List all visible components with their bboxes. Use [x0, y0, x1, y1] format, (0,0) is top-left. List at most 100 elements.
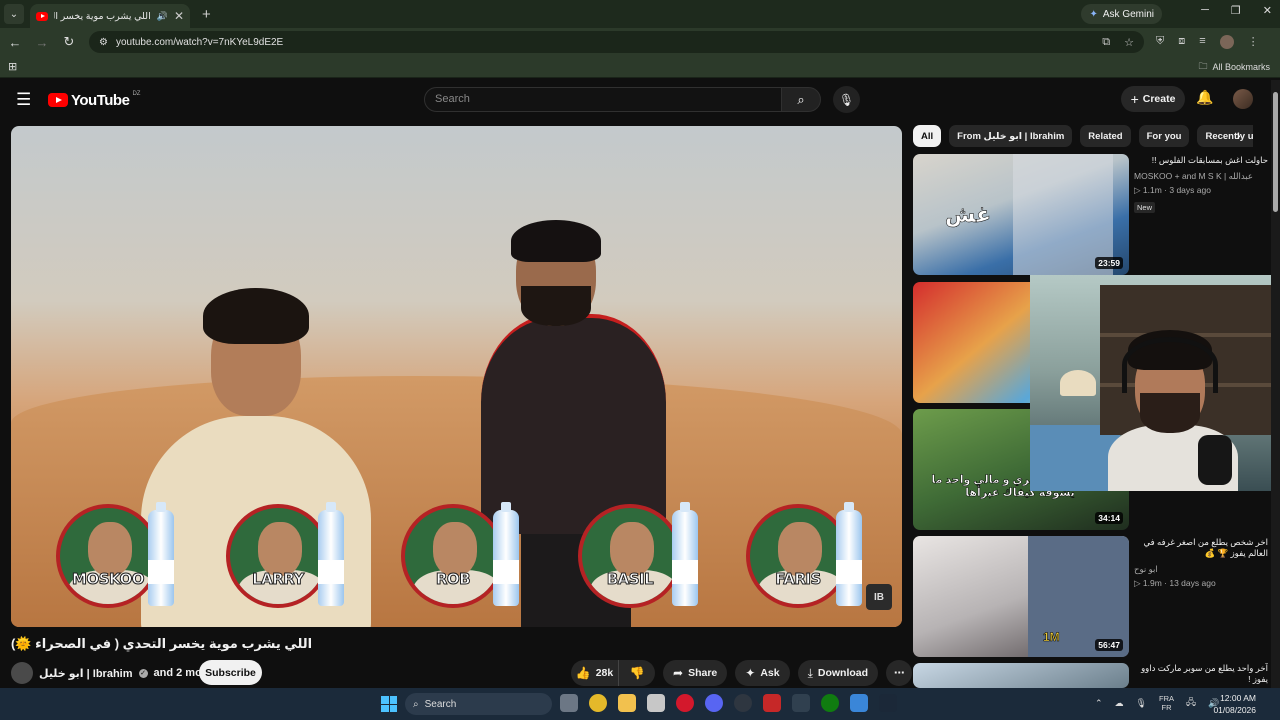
taskbar-clock[interactable]: 12:00 AM 01/08/2026: [1213, 692, 1256, 716]
new-tab-icon[interactable]: +: [202, 6, 211, 23]
audio-playing-icon[interactable]: 🔊: [157, 11, 168, 22]
youtube-logo[interactable]: YouTube DZ: [48, 91, 140, 109]
recommendation-title[interactable]: اخر شخص يطلع من اصغر غرفه في العالم يفوز…: [1134, 537, 1268, 559]
recommendation-title[interactable]: آخر واحد يطلع من سوبر ماركت داوو يفوز !: [1134, 663, 1268, 685]
windows-start-icon[interactable]: [381, 696, 397, 712]
chip-from-channel[interactable]: From ابو خليل | Ibrahim: [949, 125, 1073, 147]
xbox-icon[interactable]: [821, 694, 839, 712]
channel-name[interactable]: ابو خليل | Ibrahim: [39, 667, 133, 680]
discord-icon[interactable]: [705, 694, 723, 712]
microsoft-store-icon[interactable]: [850, 694, 868, 712]
mic-tray-icon[interactable]: 🎙: [1136, 698, 1147, 709]
taskbar-search-box[interactable]: ⌕ Search: [405, 693, 552, 715]
close-window-icon[interactable]: ✕: [1263, 4, 1272, 17]
app-x-icon[interactable]: [792, 694, 810, 712]
recommendation-info[interactable]: آخر واحد يطلع من سوبر ماركت داوو يفوز !: [1134, 663, 1268, 688]
url-omnibox[interactable]: ⚙ youtube.com/watch?v=7nKYeL9dE2E ⧉ ☆: [89, 31, 1144, 53]
site-info-icon[interactable]: ⚙: [99, 37, 108, 48]
create-button[interactable]: + Create: [1121, 86, 1185, 112]
recommendation-channel[interactable]: ابو نوح: [1134, 564, 1268, 575]
extensions-puzzle-icon[interactable]: ⧈: [1178, 35, 1185, 49]
browser-tab-active[interactable]: اللي يشرب موية يخسر التحدي 🔊 ✕: [30, 4, 190, 28]
more-actions-button[interactable]: ⋯: [886, 660, 913, 686]
like-dislike-group: 👍 28k 👎: [571, 660, 655, 686]
water-bottle-icon: [493, 502, 519, 606]
install-app-icon[interactable]: ⧉: [1102, 36, 1110, 49]
language-indicator[interactable]: FRA FR: [1159, 694, 1174, 712]
network-icon[interactable]: 🖧: [1186, 695, 1196, 711]
tab-search-icon[interactable]: ⌄: [4, 4, 24, 24]
taskbar-apps: [560, 694, 897, 712]
tab-title: اللي يشرب موية يخسر التحدي: [54, 10, 151, 22]
create-label: Create: [1142, 93, 1176, 105]
video-duration: 23:59: [1095, 257, 1123, 269]
media-control-icon[interactable]: ≡: [1199, 35, 1205, 49]
video-actions: 👍 28k 👎 ➦ Share ✦ Ask ⤓ Download ⋯: [571, 660, 913, 686]
keyboard-code: FR: [1161, 703, 1172, 712]
gemini-icon: ✦: [1089, 8, 1098, 20]
contestant-name: BASIL: [606, 570, 654, 589]
recommendation-info[interactable]: اخر شخص يطلع من اصغر غرفه في العالم يفوز…: [1134, 537, 1268, 592]
browser-menu-icon[interactable]: ⋮: [1248, 35, 1259, 49]
bookmark-star-icon[interactable]: ☆: [1124, 36, 1134, 49]
recommendation-channel[interactable]: MOSKOO + and M S K | عبدالله: [1134, 171, 1268, 182]
account-avatar[interactable]: [1233, 89, 1253, 109]
chevron-right-icon[interactable]: ›: [1236, 127, 1241, 143]
like-button[interactable]: 👍 28k: [571, 660, 619, 686]
share-label: Share: [688, 667, 718, 679]
recommendation-thumbnail[interactable]: غش 23:59: [913, 154, 1129, 275]
ask-gemini-button[interactable]: ✦ Ask Gemini: [1081, 4, 1162, 24]
webcam-overlay: [1030, 275, 1280, 491]
obs-icon[interactable]: [734, 694, 752, 712]
voice-search-button[interactable]: 🎙: [833, 86, 860, 113]
recommendation-info[interactable]: حاولت اغش بمسابقات الفلوس !! MOSKOO + an…: [1134, 155, 1268, 214]
channel-avatar[interactable]: [11, 662, 33, 684]
sparkle-icon: ✦: [745, 666, 756, 680]
notifications-bell-icon[interactable]: 🔔: [1196, 89, 1213, 106]
chrome-icon[interactable]: [589, 694, 607, 712]
subscribe-button[interactable]: Subscribe: [199, 660, 262, 685]
video-owner: ابو خليل | Ibrahim ✓ and 2 more: [11, 660, 212, 686]
page-scrollbar[interactable]: [1271, 80, 1280, 688]
download-button[interactable]: ⤓ Download: [797, 660, 879, 686]
app-red-icon[interactable]: [763, 694, 781, 712]
shield-icon[interactable]: ⛨: [1156, 35, 1164, 49]
minimize-icon[interactable]: ─: [1201, 4, 1209, 17]
url-text[interactable]: youtube.com/watch?v=7nKYeL9dE2E: [116, 37, 283, 48]
chip-related[interactable]: Related: [1080, 125, 1131, 147]
forward-icon[interactable]: →: [30, 35, 54, 50]
apps-grid-icon[interactable]: ⊞: [8, 60, 17, 73]
restore-icon[interactable]: ❐: [1231, 4, 1241, 17]
opera-icon[interactable]: [676, 694, 694, 712]
more-dots-icon: ⋯: [893, 667, 905, 679]
cloud-icon[interactable]: ☁: [1115, 698, 1124, 709]
reload-icon[interactable]: ↻: [57, 34, 81, 50]
thumbnail-text: غش: [945, 202, 992, 228]
profile-avatar[interactable]: [1219, 35, 1234, 49]
video-player[interactable]: MOSKOO LARRY ROB BASIL FARIS IB: [11, 126, 902, 627]
snipping-tool-icon[interactable]: [647, 694, 665, 712]
water-bottle-icon: [148, 502, 174, 606]
search-input[interactable]: Search: [424, 87, 782, 112]
language-code: FRA: [1158, 694, 1174, 703]
all-bookmarks-button[interactable]: 🗀 All Bookmarks: [1198, 59, 1270, 75]
chip-for-you[interactable]: For you: [1138, 125, 1190, 147]
recommendation-thumbnail[interactable]: 1M 56:47: [913, 536, 1129, 657]
show-hidden-icons-icon[interactable]: ⌃: [1095, 698, 1103, 709]
file-explorer-icon[interactable]: [618, 694, 636, 712]
share-button[interactable]: ➦ Share: [663, 660, 728, 686]
browser-tab-bar: ⌄ اللي يشرب موية يخسر التحدي 🔊 ✕ + ✦ Ask…: [0, 0, 1280, 28]
guide-menu-icon[interactable]: ☰: [16, 90, 36, 110]
recommendation-title[interactable]: حاولت اغش بمسابقات الفلوس !!: [1134, 155, 1268, 166]
back-icon[interactable]: ←: [3, 35, 27, 50]
steam-icon[interactable]: [879, 694, 897, 712]
chip-recently-uploaded[interactable]: Recently uploaded: [1197, 125, 1253, 147]
ask-button[interactable]: ✦ Ask: [735, 660, 790, 686]
recommendation-thumbnail[interactable]: [913, 663, 1129, 688]
chip-all[interactable]: All: [913, 125, 942, 147]
video-title: اللي يشرب موية يخسر التحدي ( في الصحراء …: [11, 636, 902, 652]
search-button[interactable]: ⌕: [781, 87, 821, 112]
task-view-icon[interactable]: [560, 694, 578, 712]
close-tab-icon[interactable]: ✕: [174, 9, 184, 23]
dislike-button[interactable]: 👎: [619, 660, 655, 686]
